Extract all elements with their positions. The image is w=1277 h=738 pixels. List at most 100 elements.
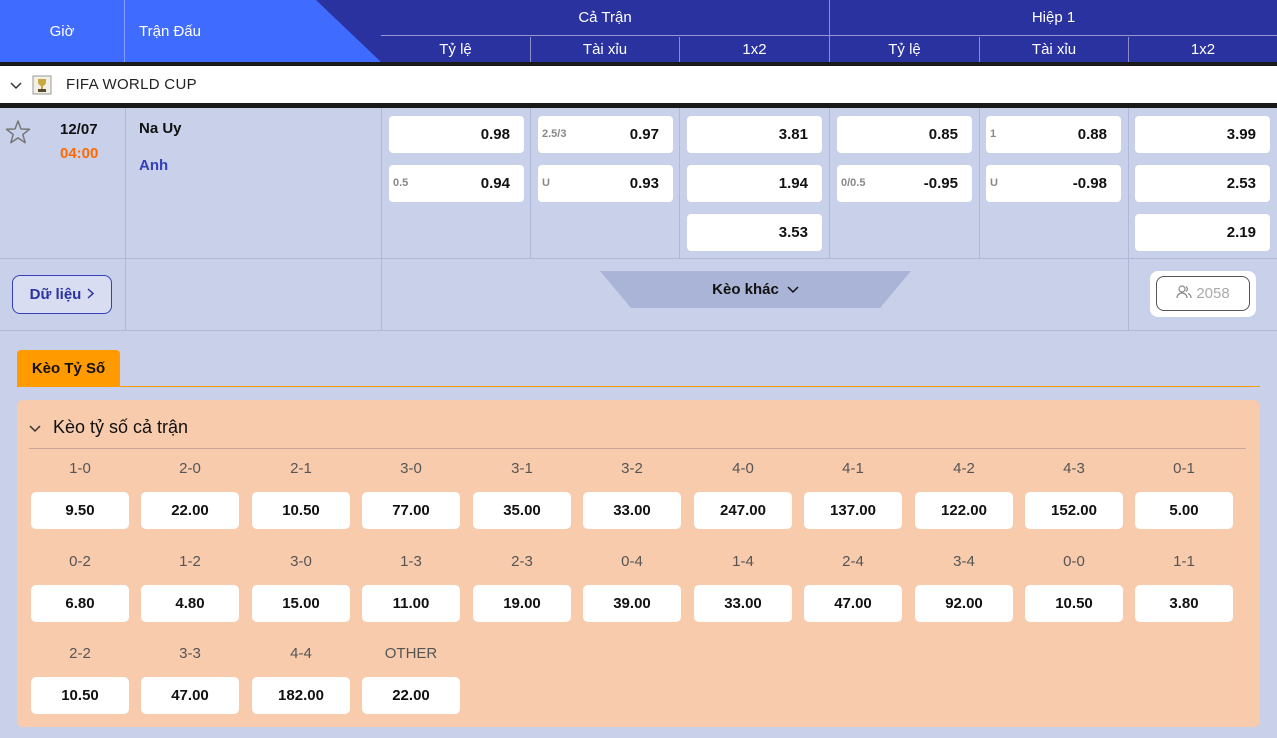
score-odds-button[interactable]: 47.00 xyxy=(804,585,902,622)
odds-value: 3.99 xyxy=(1226,126,1256,143)
match-divider xyxy=(530,108,531,258)
score-label: 3-3 xyxy=(179,645,201,662)
score-odds-button[interactable]: 39.00 xyxy=(583,585,681,622)
header-full-1x2: 1x2 xyxy=(742,41,767,58)
odds-value: 2.53 xyxy=(1226,175,1256,192)
odds-value: 1.94 xyxy=(778,175,808,192)
more-bets-label: Kèo khác xyxy=(712,281,779,298)
score-label: 4-0 xyxy=(732,460,754,477)
score-odds-button[interactable]: 35.00 xyxy=(473,492,571,529)
header-first-half: Hiệp 1 xyxy=(830,0,1277,36)
match-divider xyxy=(679,108,680,258)
score-odds-button[interactable]: 10.50 xyxy=(1025,585,1123,622)
score-label: 2-1 xyxy=(290,460,312,477)
chevron-down-icon xyxy=(29,417,41,438)
score-odds-button[interactable]: 4.80 xyxy=(141,585,239,622)
score-label: 0-0 xyxy=(1063,553,1085,570)
match-divider xyxy=(979,108,980,258)
more-bets-button[interactable]: Kèo khác xyxy=(600,271,911,308)
header-half-1x2: 1x2 xyxy=(1190,41,1216,58)
score-label: 0-2 xyxy=(69,553,91,570)
correct-score-header[interactable]: Kèo tỷ số cả trận xyxy=(29,417,188,438)
match-divider xyxy=(0,330,1277,331)
odds-button[interactable]: 0.85 xyxy=(837,116,972,153)
odds-button[interactable]: 0.98 xyxy=(389,116,524,153)
score-odds-button[interactable]: 22.00 xyxy=(362,677,460,714)
odds-button[interactable]: 1.94 xyxy=(687,165,822,202)
match-divider xyxy=(0,258,1277,259)
odds-value: -0.95 xyxy=(923,175,958,192)
correct-score-title: Kèo tỷ số cả trận xyxy=(53,417,189,437)
score-label: 3-4 xyxy=(953,553,975,570)
odds-button[interactable]: 3.81 xyxy=(687,116,822,153)
score-label: 1-4 xyxy=(732,553,754,570)
score-odds-button[interactable]: 247.00 xyxy=(694,492,792,529)
odds-button[interactable]: 1 0.88 xyxy=(986,116,1121,153)
odds-button[interactable]: 2.19 xyxy=(1135,214,1270,251)
score-label: 1-0 xyxy=(69,460,91,477)
odds-value: 0.85 xyxy=(928,126,958,143)
viewer-count-button[interactable]: 2058 xyxy=(1156,276,1250,311)
score-odds-button[interactable]: 9.50 xyxy=(31,492,129,529)
score-odds-button[interactable]: 5.00 xyxy=(1135,492,1233,529)
score-odds-button[interactable]: 152.00 xyxy=(1025,492,1123,529)
viewer-count: 2058 xyxy=(1196,285,1230,302)
odds-button[interactable]: 0/0.5 -0.95 xyxy=(837,165,972,202)
score-odds-button[interactable]: 33.00 xyxy=(694,585,792,622)
odds-button[interactable]: 2.53 xyxy=(1135,165,1270,202)
score-odds-button[interactable]: 19.00 xyxy=(473,585,571,622)
score-odds-button[interactable]: 92.00 xyxy=(915,585,1013,622)
header-half-hdp: Tỷ lệ xyxy=(888,41,921,58)
odds-value: 0.94 xyxy=(480,175,510,192)
score-odds-button[interactable]: 10.50 xyxy=(252,492,350,529)
odds-button[interactable]: 3.53 xyxy=(687,214,822,251)
score-odds-button[interactable]: 22.00 xyxy=(141,492,239,529)
score-label: 4-3 xyxy=(1063,460,1085,477)
score-label: 1-3 xyxy=(400,553,422,570)
users-icon xyxy=(1176,284,1192,303)
odds-value: 0.93 xyxy=(629,175,659,192)
header-divider xyxy=(679,37,680,62)
header-divider xyxy=(1128,37,1129,62)
chevron-down-icon xyxy=(787,281,799,298)
odds-handicap: 0.5 xyxy=(393,177,409,189)
match-divider xyxy=(1128,108,1129,330)
score-odds-button[interactable]: 10.50 xyxy=(31,677,129,714)
panel-divider xyxy=(29,448,1246,449)
odds-button[interactable]: U -0.98 xyxy=(986,165,1121,202)
score-odds-button[interactable]: 33.00 xyxy=(583,492,681,529)
star-icon[interactable] xyxy=(4,118,32,146)
score-odds-button[interactable]: 11.00 xyxy=(362,585,460,622)
match-data-button[interactable]: Dữ liệu xyxy=(12,275,112,314)
header-match: Trận Đấu xyxy=(139,22,201,40)
odds-button[interactable]: 3.99 xyxy=(1135,116,1270,153)
match-divider xyxy=(829,108,830,258)
chevron-down-icon[interactable] xyxy=(0,77,32,93)
odds-value: 3.81 xyxy=(778,126,808,143)
score-label: 1-1 xyxy=(1173,553,1195,570)
odds-button[interactable]: U 0.93 xyxy=(538,165,673,202)
match-time: 04:00 xyxy=(60,145,99,162)
header-divider xyxy=(979,37,980,62)
score-odds-button[interactable]: 47.00 xyxy=(141,677,239,714)
odds-value: 3.53 xyxy=(778,224,808,241)
score-odds-button[interactable]: 137.00 xyxy=(804,492,902,529)
score-odds-button[interactable]: 182.00 xyxy=(252,677,350,714)
score-label: 2-3 xyxy=(511,553,533,570)
score-odds-button[interactable]: 6.80 xyxy=(31,585,129,622)
score-odds-button[interactable]: 77.00 xyxy=(362,492,460,529)
league-name: FIFA WORLD CUP xyxy=(66,76,197,93)
score-label: 3-1 xyxy=(511,460,533,477)
score-label: OTHER xyxy=(384,645,438,662)
odds-handicap: 1 xyxy=(990,128,997,140)
tab-correct-score[interactable]: Kèo Tỷ Số xyxy=(17,350,120,387)
odds-handicap: 0/0.5 xyxy=(841,177,866,189)
match-divider xyxy=(125,108,126,330)
odds-button[interactable]: 0.5 0.94 xyxy=(389,165,524,202)
league-row[interactable]: FIFA WORLD CUP xyxy=(0,66,1277,103)
score-odds-button[interactable]: 15.00 xyxy=(252,585,350,622)
score-odds-button[interactable]: 3.80 xyxy=(1135,585,1233,622)
score-label: 2-2 xyxy=(69,645,91,662)
odds-button[interactable]: 2.5/3 0.97 xyxy=(538,116,673,153)
score-odds-button[interactable]: 122.00 xyxy=(915,492,1013,529)
